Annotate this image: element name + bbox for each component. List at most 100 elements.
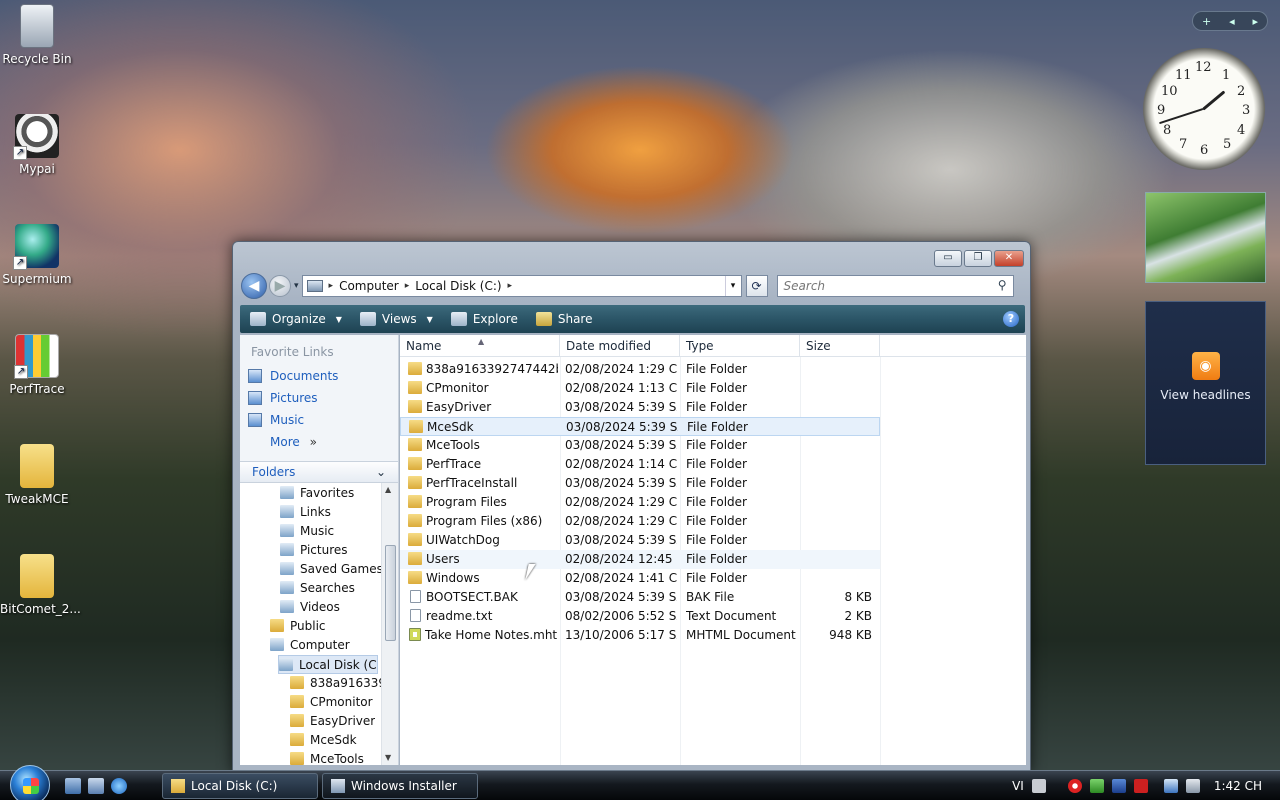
column-header-size[interactable]: Size — [800, 335, 880, 357]
slideshow-gadget[interactable] — [1145, 192, 1266, 283]
table-row[interactable]: PerfTrace 02/08/2024 1:14 CH File Folder — [400, 455, 880, 474]
clock-numeral: 11 — [1175, 68, 1192, 83]
tree-item[interactable]: Pictures — [280, 541, 348, 560]
taskbar-item-windows-installer[interactable]: Windows Installer — [322, 773, 478, 799]
desktop-icon-recycle-bin[interactable]: Recycle Bin — [0, 4, 74, 66]
share-icon — [535, 312, 552, 326]
column-header-name[interactable]: Name ▲ — [400, 335, 560, 357]
favorite-link-music[interactable]: Music — [240, 409, 398, 431]
breadcrumb-separator[interactable]: ▸ — [329, 281, 334, 291]
add-gadget-button[interactable]: + — [1202, 15, 1211, 28]
language-indicator[interactable]: VI — [1012, 779, 1024, 793]
explore-label: Explore — [472, 312, 518, 326]
tree-item[interactable]: Videos — [280, 598, 340, 617]
share-button[interactable]: Share — [528, 312, 601, 326]
tree-item-selected[interactable]: Local Disk (C:) — [278, 655, 378, 674]
desktop-icon-bitcomet[interactable]: BitComet_2... — [0, 554, 81, 616]
scroll-up-icon[interactable]: ▲ — [385, 485, 391, 494]
recent-pages-button[interactable]: ▾ — [294, 281, 299, 291]
tree-item[interactable]: 838a9163392 — [290, 674, 382, 693]
tree-item[interactable]: MceSdk — [290, 731, 357, 750]
tree-item[interactable]: MceTools — [290, 750, 364, 765]
address-bar[interactable]: ▸ Computer ▸ Local Disk (C:) ▸ ▾ — [301, 275, 742, 297]
table-row[interactable]: Take Home Notes.mht 13/10/2006 5:17 SA MHT… — [400, 626, 880, 645]
next-gadget-button[interactable]: ▸ — [1253, 15, 1259, 28]
clock-gadget[interactable]: 12 1 2 3 4 5 6 7 8 9 10 11 — [1143, 48, 1265, 170]
folders-toggle[interactable]: Folders ⌄ — [240, 461, 398, 483]
table-row[interactable]: UIWatchDog 03/08/2024 5:39 SA File Folder — [400, 531, 880, 550]
organize-button[interactable]: Organize ▼ — [242, 312, 350, 326]
table-row-selected[interactable]: MceSdk 03/08/2024 5:39 SA File Folder — [400, 417, 880, 436]
back-button[interactable]: ◀ — [241, 273, 267, 299]
table-row[interactable]: Program Files (x86) 02/08/2024 1:29 CH Fil… — [400, 512, 880, 531]
tree-scrollbar[interactable]: ▲ ▼ — [381, 483, 398, 765]
favorite-link-documents[interactable]: Documents — [240, 365, 398, 387]
tree-item[interactable]: EasyDriver — [290, 712, 375, 731]
favorite-link-pictures[interactable]: Pictures — [240, 387, 398, 409]
scroll-down-icon[interactable]: ▼ — [385, 753, 391, 762]
address-dropdown-button[interactable]: ▾ — [724, 276, 741, 296]
internet-explorer-icon[interactable] — [111, 778, 127, 794]
column-header-date[interactable]: Date modified — [560, 335, 680, 357]
clock-minute-hand — [1158, 108, 1204, 125]
maximize-button[interactable]: ❐ — [964, 250, 992, 267]
table-row[interactable]: CPmonitor 02/08/2024 1:13 CH File Folder — [400, 379, 880, 398]
table-row[interactable]: readme.txt 08/02/2006 5:52 SA Text Documen… — [400, 607, 880, 626]
start-button[interactable] — [10, 765, 50, 800]
breadcrumb-computer[interactable]: Computer — [339, 279, 399, 293]
desktop-icon-perftrace[interactable]: PerfTrace — [0, 334, 74, 396]
tree-item[interactable]: Searches — [280, 579, 355, 598]
tree-item[interactable]: CPmonitor — [290, 693, 373, 712]
keyboard-icon[interactable] — [1031, 779, 1046, 793]
table-row[interactable]: Windows 02/08/2024 1:41 CH File Folder — [400, 569, 880, 588]
table-row[interactable]: MceTools 03/08/2024 5:39 SA File Folder — [400, 436, 880, 455]
cell-name: BOOTSECT.BAK — [408, 588, 558, 607]
sync-icon[interactable] — [1163, 779, 1178, 793]
desktop-icon-supermium[interactable]: Supermium — [0, 224, 74, 286]
search-input[interactable]: Search ⚲ — [776, 275, 1014, 297]
tree-item[interactable]: Computer — [270, 636, 350, 655]
breadcrumb-local-disk[interactable]: Local Disk (C:) — [415, 279, 501, 293]
view-headlines-label: View headlines — [1160, 388, 1251, 402]
favorite-links-more[interactable]: More » — [240, 431, 398, 453]
volume-muted-icon[interactable] — [1185, 779, 1200, 793]
column-header-type[interactable]: Type — [680, 335, 800, 357]
table-row[interactable]: EasyDriver 03/08/2024 5:39 SA File Folder — [400, 398, 880, 417]
help-button[interactable]: ? — [1003, 311, 1019, 327]
tree-item[interactable]: Public — [270, 617, 326, 636]
tree-item[interactable]: Saved Games — [280, 560, 383, 579]
table-row[interactable]: 838a9163392747442b66... 02/08/2024 1:29 C… — [400, 360, 880, 379]
folder-icon — [408, 533, 422, 546]
show-desktop-icon[interactable] — [65, 778, 81, 794]
tree-item[interactable]: Links — [280, 503, 331, 522]
table-row[interactable]: PerfTraceInstall 03/08/2024 5:39 SA File F… — [400, 474, 880, 493]
minimize-button[interactable]: ▭ — [934, 250, 962, 267]
links-icon — [280, 505, 294, 518]
monitor-icon[interactable] — [1111, 779, 1126, 793]
tree-item[interactable]: Music — [280, 522, 334, 541]
breadcrumb-separator[interactable]: ▸ — [405, 281, 410, 291]
forward-button[interactable]: ▶ — [269, 275, 291, 297]
views-button[interactable]: Views ▼ — [352, 312, 441, 326]
feed-headlines-gadget[interactable]: ◉ View headlines — [1145, 301, 1266, 465]
error-icon[interactable] — [1133, 779, 1148, 793]
table-row[interactable]: BOOTSECT.BAK 03/08/2024 5:39 SA BAK File 8 … — [400, 588, 880, 607]
desktop-icon-mypai[interactable]: Mypai — [0, 114, 74, 176]
scrollbar-thumb[interactable] — [385, 545, 396, 641]
switch-windows-icon[interactable] — [88, 778, 104, 794]
desktop-icon-tweakmce[interactable]: TweakMCE — [0, 444, 74, 506]
search-icon[interactable]: ⚲ — [998, 278, 1007, 292]
taskbar-item-local-disk[interactable]: Local Disk (C:) — [162, 773, 318, 799]
table-row[interactable]: Users 02/08/2024 12:45 ... File Folder — [400, 550, 880, 569]
cell-date: 02/08/2024 1:29 CH — [565, 495, 677, 509]
clock-time[interactable]: 1:42 CH — [1214, 779, 1262, 793]
explore-button[interactable]: Explore — [443, 312, 526, 326]
security-alert-icon[interactable] — [1067, 779, 1082, 793]
breadcrumb-separator[interactable]: ▸ — [508, 281, 513, 291]
tree-item[interactable]: Favorites — [280, 484, 354, 503]
table-row[interactable]: Program Files 02/08/2024 1:29 CH File Fold… — [400, 493, 880, 512]
close-button[interactable]: ✕ — [994, 250, 1024, 267]
refresh-button[interactable]: ⟳ — [745, 275, 768, 297]
prev-gadget-button[interactable]: ◂ — [1229, 15, 1235, 28]
network-icon[interactable] — [1089, 779, 1104, 793]
